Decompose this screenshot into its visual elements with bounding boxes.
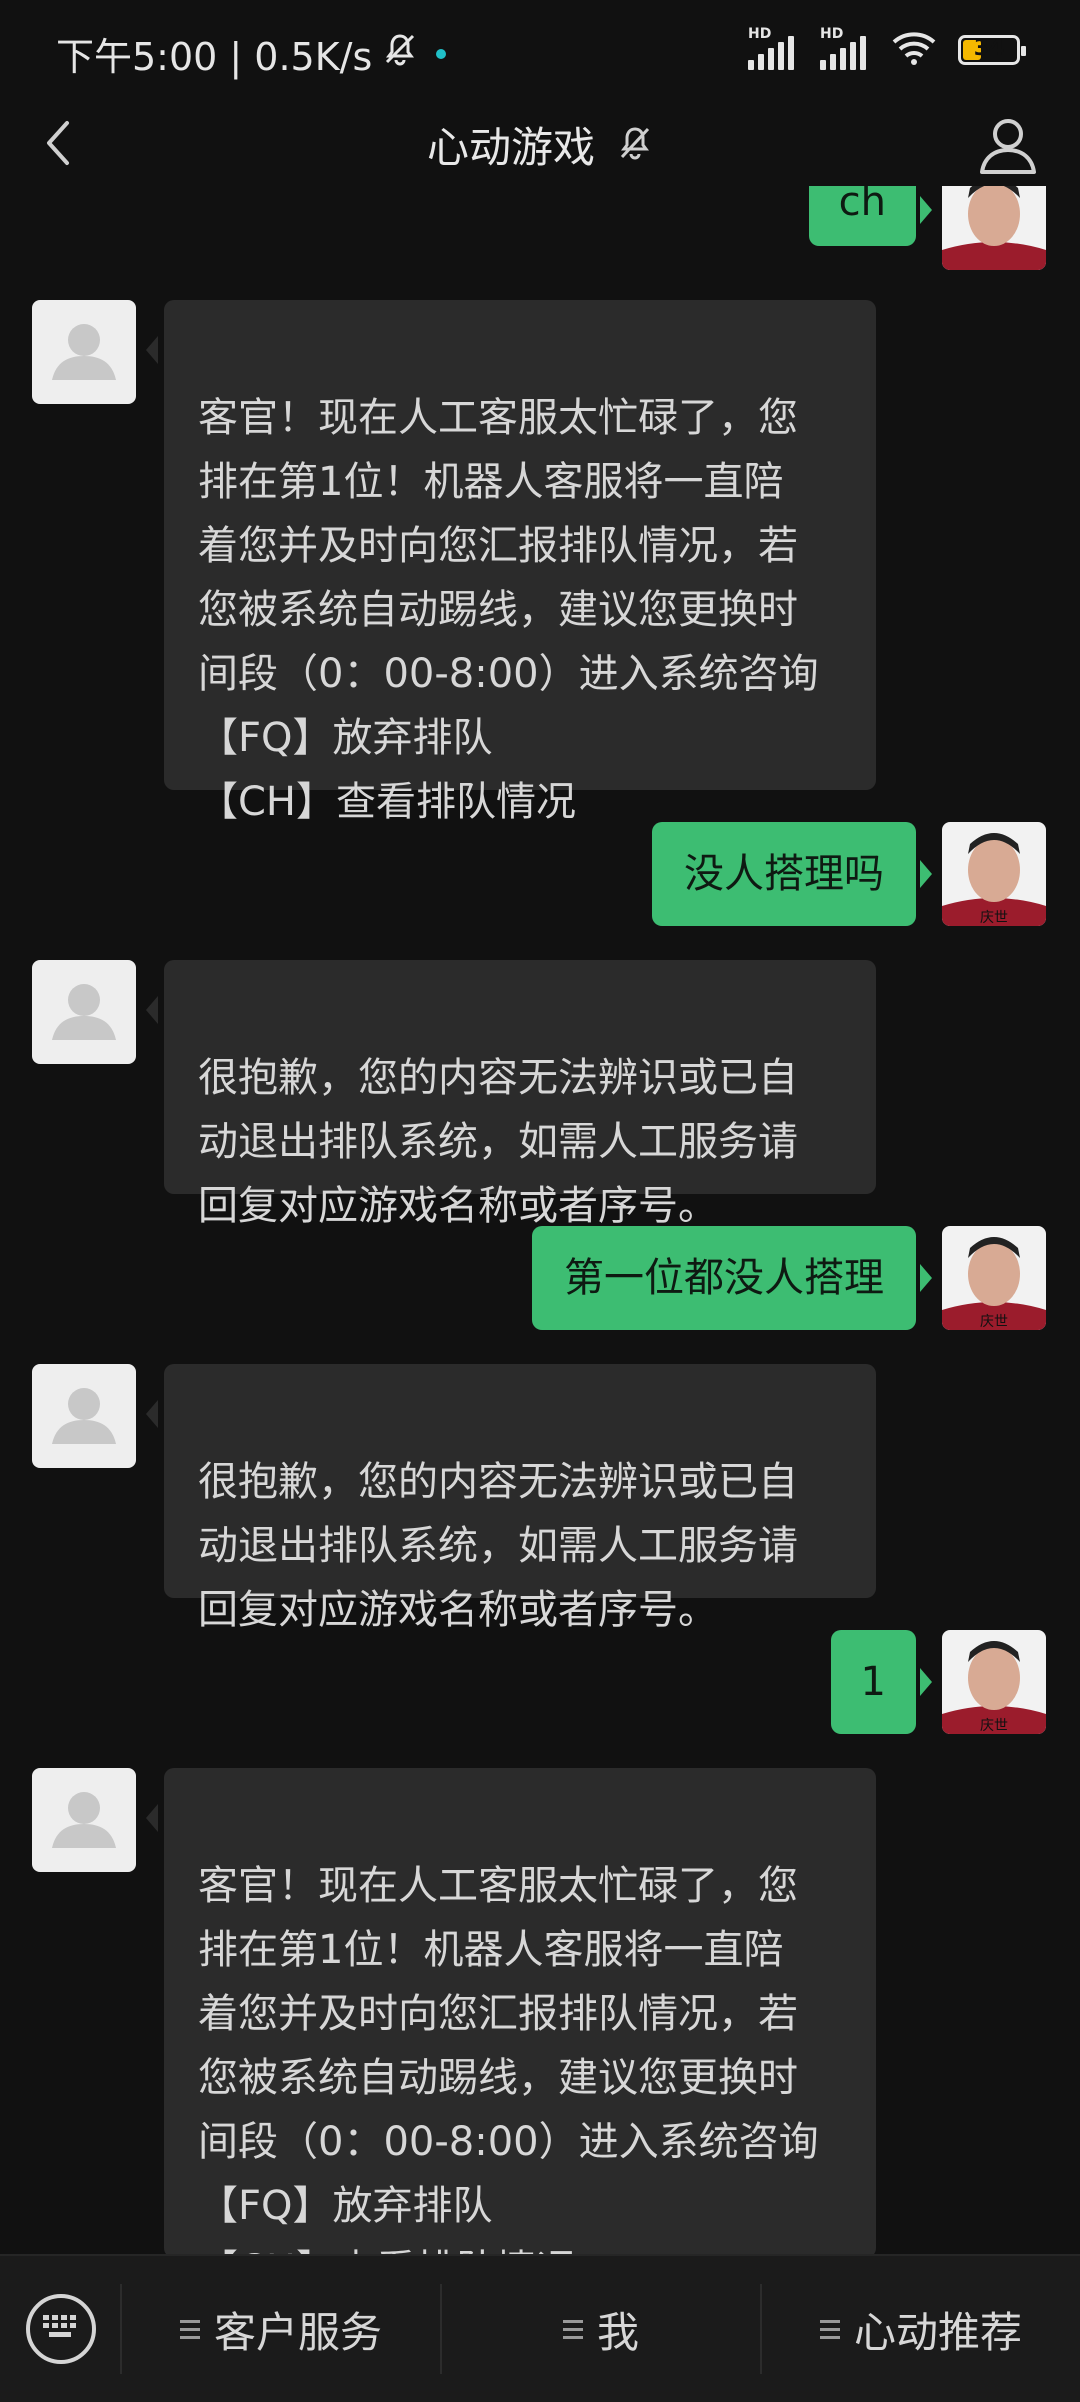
menu-recommend[interactable]: 心动推荐 [762,2256,1080,2402]
message-bubble-in[interactable]: 客官！现在人工客服太忙碌了，您 排在第1位！机器人客服将一直陪 着您并及时向您汇… [146,1768,876,2254]
svg-text:庆世: 庆世 [980,1314,1008,1330]
svg-text:庆世: 庆世 [980,910,1008,926]
bot-avatar[interactable] [32,960,136,1064]
chat-area[interactable]: ch 客官！现在人工客服太忙碌了，您 排在第1位！机器人客服将一直陪 着您并及时… [0,186,1080,2254]
message-text: 很抱歉，您的内容无法辨识或已自 动退出排队系统，如需人工服务请 回复对应游戏名称… [198,1459,798,1633]
message-text: 第一位都没人搭理 [564,1255,884,1301]
bottom-menu-bar: 客户服务 我 心动推荐 [0,2254,1080,2402]
person-icon [976,119,1040,180]
status-left: 下午5:00 | 0.5K/s [56,26,447,81]
message-text: 没人搭理吗 [684,851,884,897]
profile-button[interactable] [976,112,1040,176]
chat-title: 心动游戏 [426,123,595,172]
message-bubble-in[interactable]: 很抱歉，您的内容无法辨识或已自 动退出排队系统，如需人工服务请 回复对应游戏名称… [146,1364,876,1633]
message-text: 客官！现在人工客服太忙碌了，您 排在第1位！机器人客服将一直陪 着您并及时向您汇… [198,395,819,825]
message-bot: 很抱歉，您的内容无法辨识或已自 动退出排队系统，如需人工服务请 回复对应游戏名称… [0,960,1080,1229]
user-avatar[interactable]: 庆世 [942,822,1046,926]
keyboard-icon [41,2313,81,2345]
default-avatar-icon [52,1388,116,1444]
status-right: HD HD 34 [748,26,1026,70]
bot-avatar[interactable] [32,1768,136,1872]
menu-lines-icon [179,2319,200,2339]
signal-icon-2: HD [820,26,870,70]
menu-label: 客户服务 [213,2307,382,2357]
menu-lines-icon [562,2319,583,2339]
message-bot: 客官！现在人工客服太忙碌了，您 排在第1位！机器人客服将一直陪 着您并及时向您汇… [0,1768,1080,2254]
message-text: 客官！现在人工客服太忙碌了，您 排在第1位！机器人客服将一直陪 着您并及时向您汇… [198,1863,819,2254]
svg-text:庆世: 庆世 [980,1718,1008,1734]
sync-dot-icon [436,48,447,59]
message-user: 没人搭理吗 庆世 [0,822,1080,926]
title-wrap: 心动游戏 [0,114,1080,175]
message-user: ch [0,186,1080,270]
default-avatar-icon [52,984,116,1040]
message-user: 第一位都没人搭理 庆世 [0,1226,1080,1330]
message-bubble-out[interactable]: ch [808,186,933,246]
signal-icon: HD [748,26,798,70]
wifi-icon [892,30,936,70]
bot-avatar[interactable] [32,300,136,404]
message-text: 很抱歉，您的内容无法辨识或已自 动退出排队系统，如需人工服务请 回复对应游戏名称… [198,1055,798,1229]
message-bubble-out[interactable]: 没人搭理吗 [652,822,932,926]
default-avatar-icon [52,324,116,380]
battery-percent: 34 [973,36,1005,61]
bot-avatar[interactable] [32,1364,136,1468]
user-avatar[interactable]: 庆世 [942,1226,1046,1330]
user-avatar[interactable] [942,186,1046,270]
menu-label: 心动推荐 [853,2307,1022,2357]
keyboard-toggle-button[interactable] [26,2294,96,2364]
menu-lines-icon [819,2319,840,2339]
menu-customer-service[interactable]: 客户服务 [122,2256,440,2402]
message-bot: 客官！现在人工客服太忙碌了，您 排在第1位！机器人客服将一直陪 着您并及时向您汇… [0,300,1080,825]
message-user: 1 庆世 [0,1630,1080,1734]
battery-icon: 34 [958,35,1026,65]
message-text: ch [838,186,886,225]
user-avatar[interactable]: 庆世 [942,1630,1046,1734]
message-bubble-in[interactable]: 很抱歉，您的内容无法辨识或已自 动退出排队系统，如需人工服务请 回复对应游戏名称… [146,960,876,1229]
menu-me[interactable]: 我 [442,2256,760,2402]
message-text: 1 [860,1659,886,1705]
message-bot: 很抱歉，您的内容无法辨识或已自 动退出排队系统，如需人工服务请 回复对应游戏名称… [0,1364,1080,1633]
time-and-speed: 下午5:00 | 0.5K/s [56,35,373,79]
bell-off-icon [382,31,418,76]
status-bar: 下午5:00 | 0.5K/s HD HD 34 [0,0,1080,100]
menu-label: 我 [596,2307,639,2357]
message-bubble-out[interactable]: 1 [830,1630,933,1734]
default-avatar-icon [52,1792,116,1848]
bell-off-icon [617,124,653,166]
message-bubble-out[interactable]: 第一位都没人搭理 [532,1226,932,1330]
message-bubble-in[interactable]: 客官！现在人工客服太忙碌了，您 排在第1位！机器人客服将一直陪 着您并及时向您汇… [146,300,876,825]
